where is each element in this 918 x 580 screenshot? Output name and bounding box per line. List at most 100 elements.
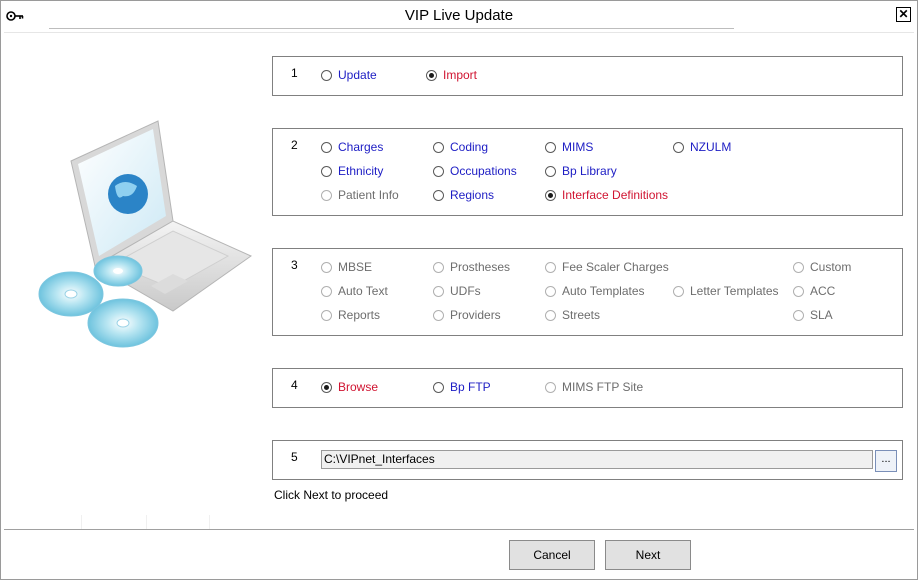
cancel-button[interactable]: Cancel [509,540,595,570]
radio-circle [321,69,332,81]
radio-import[interactable]: Import [426,68,477,82]
radio-letter-templates: Letter Templates [673,284,779,298]
divider [159,515,210,529]
radio-mbse: MBSE [321,260,372,274]
radio-patient-info: Patient Info [321,188,399,202]
radio-browse[interactable]: Browse [321,380,378,394]
footer-divider [4,529,914,530]
radio-label: UDFs [450,284,481,298]
radio-coding[interactable]: Coding [433,140,488,154]
next-button[interactable]: Next [605,540,691,570]
radio-label: Fee Scaler Charges [562,260,669,274]
group-number: 5 [291,450,298,464]
radio-circle [545,285,556,297]
radio-circle [321,285,332,297]
radio-circle [673,141,684,153]
radio-nzulm[interactable]: NZULM [673,140,731,154]
radio-circle [545,141,556,153]
radio-circle [433,141,444,153]
browse-folder-button[interactable]: ... [875,450,897,472]
radio-udfs: UDFs [433,284,481,298]
path-input[interactable]: C:\VIPnet_Interfaces [321,450,873,469]
title-divider [49,28,734,29]
radio-mims[interactable]: MIMS [545,140,593,154]
title-bar: VIP Live Update ✕ [1,1,917,31]
group-number: 1 [291,66,298,80]
group-source: 1 Update Import [272,56,903,96]
radio-charges[interactable]: Charges [321,140,383,154]
radio-auto-text: Auto Text [321,284,388,298]
radio-label: MIMS FTP Site [562,380,644,394]
radio-circle [793,309,804,321]
radio-label: Patient Info [338,188,399,202]
radio-label: Bp FTP [450,380,491,394]
radio-label: Bp Library [562,164,617,178]
radio-label: Auto Templates [562,284,645,298]
radio-circle [321,141,332,153]
radio-circle [433,165,444,177]
radio-circle [433,309,444,321]
radio-bp-library[interactable]: Bp Library [545,164,617,178]
radio-interface-definitions[interactable]: Interface Definitions [545,188,668,202]
group-extras: 3 MBSE Prostheses Fee Scaler Charges Cus… [272,248,903,336]
radio-label: Letter Templates [690,284,779,298]
radio-label: NZULM [690,140,732,154]
radio-circle [433,189,444,201]
close-icon: ✕ [898,7,909,21]
radio-prostheses: Prostheses [433,260,510,274]
radio-circle [321,309,332,321]
radio-reports: Reports [321,308,380,322]
radio-label: MBSE [338,260,373,274]
radio-circle [321,165,332,177]
radio-label: ACC [810,284,836,298]
radio-sla: SLA [793,308,833,322]
radio-circle [545,309,556,321]
radio-circle [426,69,437,81]
radio-circle [793,261,804,273]
radio-ethnicity[interactable]: Ethnicity [321,164,383,178]
radio-label: Streets [562,308,601,322]
radio-label: Prostheses [450,260,511,274]
radio-label: MIMS [562,140,594,154]
radio-circle [433,261,444,273]
group-data-type: 2 Charges Coding MIMS NZULM Ethnicity Oc… [272,128,903,216]
radio-label: Charges [338,140,384,154]
radio-custom: Custom [793,260,851,274]
radio-label: Import [443,68,478,82]
radio-circle [545,165,556,177]
radio-label: SLA [810,308,833,322]
radio-occupations[interactable]: Occupations [433,164,517,178]
radio-update[interactable]: Update [321,68,377,82]
window-title: VIP Live Update [404,7,514,24]
radio-auto-templates: Auto Templates [545,284,645,298]
group-location: 4 Browse Bp FTP MIMS FTP Site [272,368,903,408]
group-number: 2 [291,138,298,152]
radio-label: Ethnicity [338,164,384,178]
radio-circle [321,381,332,393]
radio-label: Custom [810,260,852,274]
vip-live-update-window: VIP Live Update ✕ 1 Update Import 2 Char… [0,0,918,580]
radio-regions[interactable]: Regions [433,188,494,202]
radio-circle [321,189,332,201]
radio-mims-ftp-site: MIMS FTP Site [545,380,643,394]
laptop-illustration [38,120,253,348]
radio-circle [321,261,332,273]
group-number: 3 [291,258,298,272]
radio-circle [545,381,556,393]
radio-label: Reports [338,308,381,322]
radio-providers: Providers [433,308,501,322]
close-button[interactable]: ✕ [896,7,911,22]
radio-circle [673,285,684,297]
divider [96,515,147,529]
radio-circle [433,381,444,393]
radio-label: Update [338,68,377,82]
radio-acc: ACC [793,284,835,298]
divider [31,515,82,529]
radio-circle [433,285,444,297]
radio-label: Auto Text [338,284,388,298]
group-path: 5 C:\VIPnet_Interfaces ... [272,440,903,480]
radio-bp-ftp[interactable]: Bp FTP [433,380,491,394]
radio-fee-scaler-charges: Fee Scaler Charges [545,260,669,274]
group-number: 4 [291,378,298,392]
radio-label: Providers [450,308,501,322]
